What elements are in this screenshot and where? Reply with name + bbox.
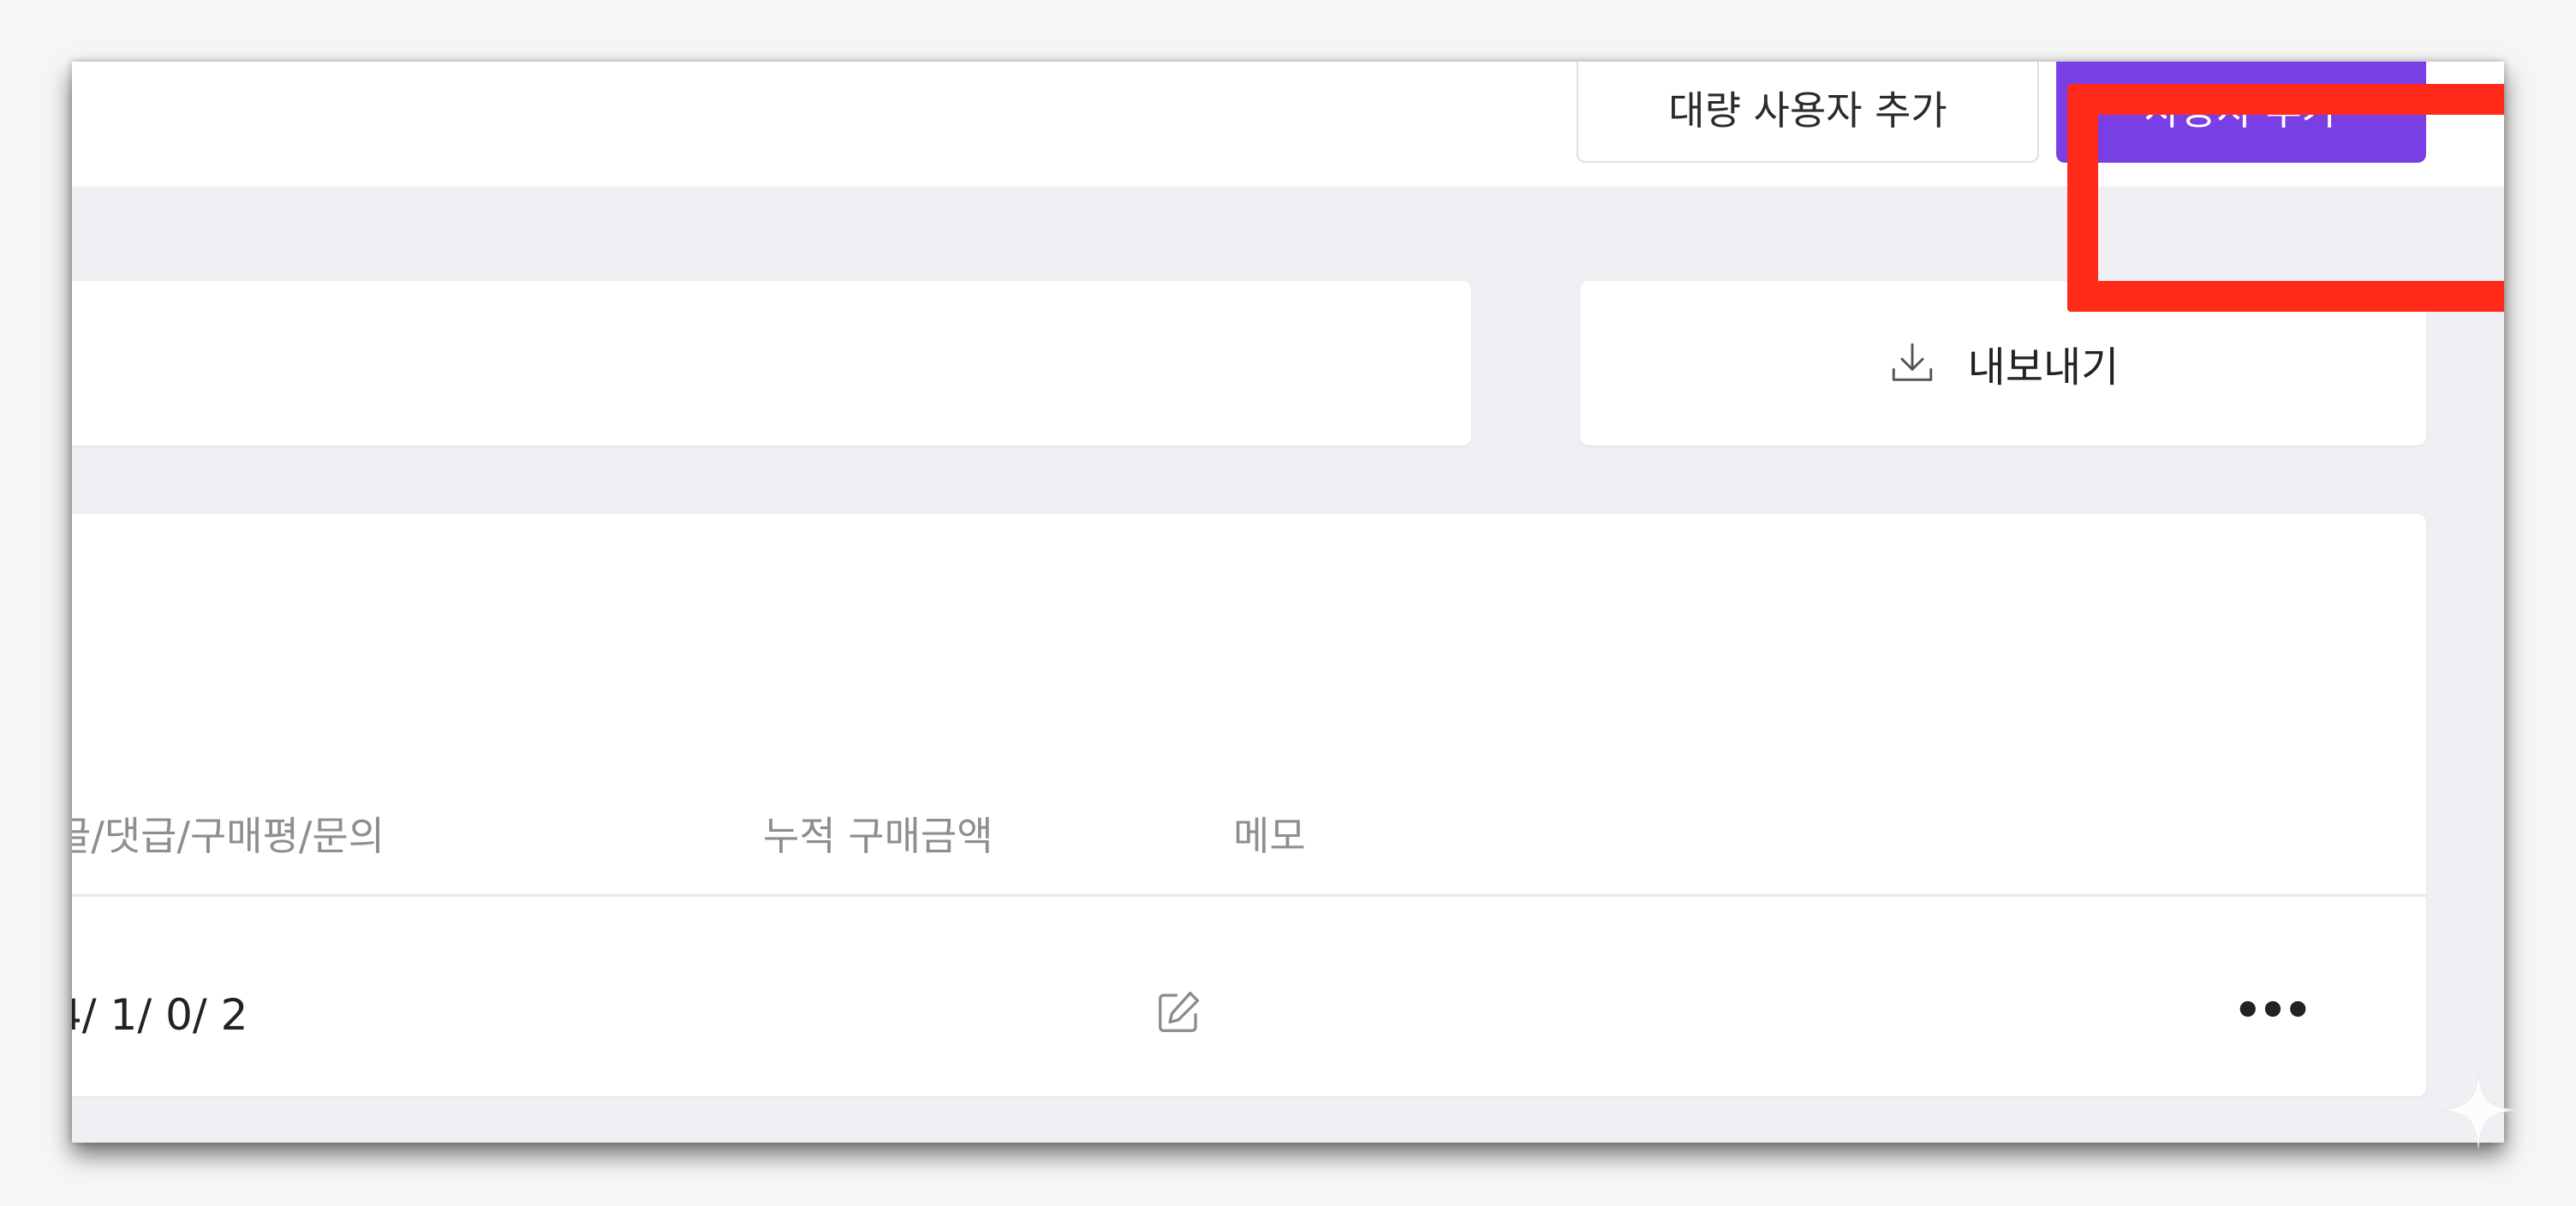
- top-toolbar: 대량 사용자 추가 사용자 추가: [72, 62, 2504, 187]
- bulk-add-users-label: 대량 사용자 추가: [1668, 87, 1947, 134]
- search-panel[interactable]: [72, 281, 1471, 445]
- export-button[interactable]: 내보내기: [1580, 281, 2426, 445]
- column-header-purchase-total[interactable]: 누적 구매금액: [763, 805, 993, 862]
- column-header-activity[interactable]: 글/댓급/구매평/문의: [72, 805, 385, 862]
- row-activity-counts: 4/ 1/ 0/ 2: [72, 990, 248, 1040]
- more-icon[interactable]: •••: [2233, 985, 2312, 1036]
- export-label: 내보내기: [1967, 343, 2120, 391]
- app-window: 대량 사용자 추가 사용자 추가 내보내기 글/댓급/구매평/문의 누적 구매금…: [72, 62, 2504, 1143]
- user-table: 글/댓급/구매평/문의 누적 구매금액 메모 4/ 1/ 0/ 2 •••: [72, 514, 2426, 1096]
- add-user-label: 사용자 추가: [2144, 87, 2339, 134]
- add-user-button[interactable]: 사용자 추가: [2056, 62, 2426, 163]
- edit-icon[interactable]: [1153, 987, 1204, 1038]
- column-header-memo[interactable]: 메모: [1233, 805, 1306, 862]
- sparkle-icon: [2440, 1072, 2517, 1149]
- download-icon: [1892, 343, 1932, 381]
- bulk-add-users-button[interactable]: 대량 사용자 추가: [1577, 62, 2039, 163]
- table-header-divider: [72, 894, 2426, 897]
